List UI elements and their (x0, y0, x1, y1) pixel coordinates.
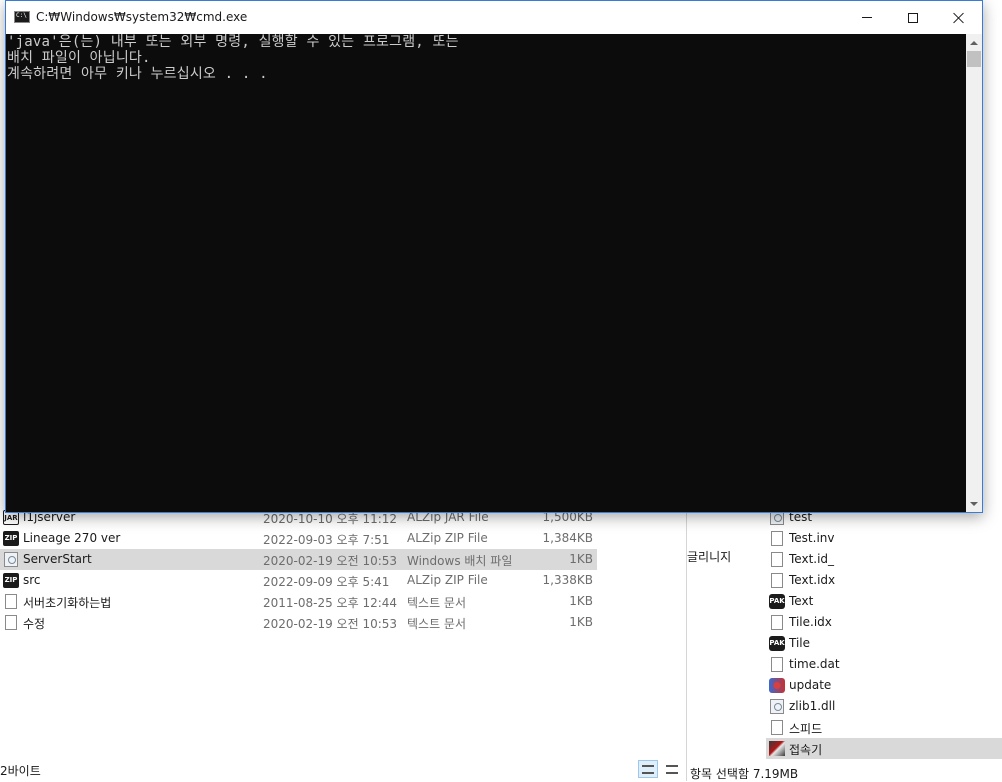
file-name: Lineage 270 ver (23, 531, 121, 545)
file-row[interactable]: PAK Tile (766, 633, 1002, 654)
file-row[interactable]: 수정 2020-02-19 오전 10:53 텍스트 문서 1KB (0, 612, 597, 633)
file-row[interactable]: 접속기 (766, 738, 1002, 759)
file-row[interactable]: time.dat (766, 654, 1002, 675)
text-file-icon (769, 552, 785, 567)
file-name: Tile (789, 636, 811, 650)
text-file-icon (769, 531, 785, 546)
file-type: ALZip ZIP File (407, 573, 488, 587)
file-name: Text (789, 594, 814, 608)
file-type: Windows 배치 파일 (407, 554, 513, 568)
update-icon (769, 678, 785, 693)
text-file-icon (769, 573, 785, 588)
text-file-icon (3, 594, 19, 609)
file-size: 1,338KB (542, 573, 593, 587)
cmd-title: C:₩Windows₩system32₩cmd.exe (36, 10, 248, 24)
file-name: Tile.idx (789, 615, 832, 629)
cmd-icon (14, 11, 30, 23)
file-type: 텍스트 문서 (407, 617, 467, 631)
text-file-icon (769, 615, 785, 630)
file-size: 1KB (569, 552, 593, 566)
batch-file-icon (769, 699, 785, 714)
file-size: 1KB (569, 615, 593, 629)
file-row[interactable]: ServerStart 2020-02-19 오전 10:53 Windows 배치… (0, 549, 597, 570)
text-file-icon (769, 720, 785, 735)
view-mode-buttons (638, 760, 682, 778)
maximize-icon (908, 12, 918, 23)
file-name: 수정 (23, 617, 46, 631)
console-line: 계속하려면 아무 키나 누르십시오 . . . (7, 66, 268, 82)
file-name: src (23, 573, 41, 587)
file-row[interactable]: Test.inv (766, 528, 1002, 549)
maximize-button[interactable] (890, 1, 936, 34)
status-bar-left: 2바이트 (0, 764, 41, 778)
file-date: 2022-09-03 오후 7:51 (263, 533, 390, 547)
large-icons-view-button[interactable] (662, 760, 682, 778)
minimize-button[interactable] (844, 1, 890, 34)
folder-label-partial: 글리니지 (687, 550, 732, 564)
close-button[interactable] (936, 1, 982, 34)
pak-icon: PAK (769, 594, 785, 609)
file-name: Text.id_ (789, 552, 835, 566)
chevron-up-icon (970, 40, 978, 45)
file-row[interactable]: update (766, 675, 1002, 696)
pak-icon: PAK (769, 636, 785, 651)
file-row[interactable]: 스피드 (766, 717, 1002, 738)
file-row[interactable]: zlib1.dll (766, 696, 1002, 717)
details-view-icon (642, 764, 654, 774)
file-name: 서버초기화하는법 (23, 596, 112, 610)
console-line: 배치 파일이 아닙니다. (7, 50, 151, 66)
console-output[interactable]: 'java'은(는) 내부 또는 외부 명령, 실행할 수 있는 프로그램, 또… (6, 34, 966, 512)
file-row[interactable]: Text.id_ (766, 549, 1002, 570)
chevron-down-icon (970, 501, 978, 506)
file-size: 1KB (569, 594, 593, 608)
game-icon (769, 741, 785, 756)
cmd-titlebar[interactable]: C:₩Windows₩system32₩cmd.exe (6, 1, 982, 34)
file-name: ServerStart (23, 552, 92, 566)
file-row[interactable]: ZIP src 2022-09-09 오후 5:41 ALZip ZIP File 1,… (0, 570, 597, 591)
file-row[interactable]: Tile.idx (766, 612, 1002, 633)
zip-icon: ZIP (3, 531, 19, 546)
minimize-icon (862, 17, 872, 18)
file-name: 접속기 (789, 743, 823, 757)
large-icons-view-icon (666, 764, 678, 774)
file-date: 2020-02-19 오전 10:53 (263, 617, 398, 631)
zip-icon: ZIP (3, 573, 19, 588)
file-date: 2022-09-09 오후 5:41 (263, 575, 390, 589)
file-name: time.dat (789, 657, 840, 671)
file-name: zlib1.dll (789, 699, 836, 713)
close-icon (953, 12, 965, 24)
status-bar-right: 항목 선택함 7.19MB (690, 767, 799, 781)
file-date: 2011-08-25 오후 12:44 (263, 596, 398, 610)
file-row[interactable]: PAK Text (766, 591, 1002, 612)
cmd-window: C:₩Windows₩system32₩cmd.exe 'java'은(는) 내… (5, 0, 983, 513)
file-row[interactable]: Text.idx (766, 570, 1002, 591)
scroll-thumb[interactable] (967, 51, 981, 67)
file-name: Test.inv (789, 531, 835, 545)
file-name: update (789, 678, 832, 692)
text-file-icon (769, 657, 785, 672)
console-scrollbar[interactable] (966, 34, 982, 512)
file-date: 2020-02-19 오전 10:53 (263, 554, 398, 568)
scroll-down-button[interactable] (966, 495, 982, 512)
file-type: ALZip ZIP File (407, 531, 488, 545)
file-size: 1,384KB (542, 531, 593, 545)
details-view-button[interactable] (638, 760, 658, 778)
scroll-up-button[interactable] (966, 34, 982, 51)
file-type: 텍스트 문서 (407, 596, 467, 610)
file-name: 스피드 (789, 722, 823, 736)
file-name: Text.idx (789, 573, 836, 587)
file-row[interactable]: ZIP Lineage 270 ver 2022-09-03 오후 7:51 ALZi… (0, 528, 597, 549)
text-file-icon (3, 615, 19, 630)
console-line: 'java'은(는) 내부 또는 외부 명령, 실행할 수 있는 프로그램, 또… (7, 34, 459, 50)
file-row[interactable]: 서버초기화하는법 2011-08-25 오후 12:44 텍스트 문서 1KB (0, 591, 597, 612)
batch-file-icon (3, 552, 19, 567)
